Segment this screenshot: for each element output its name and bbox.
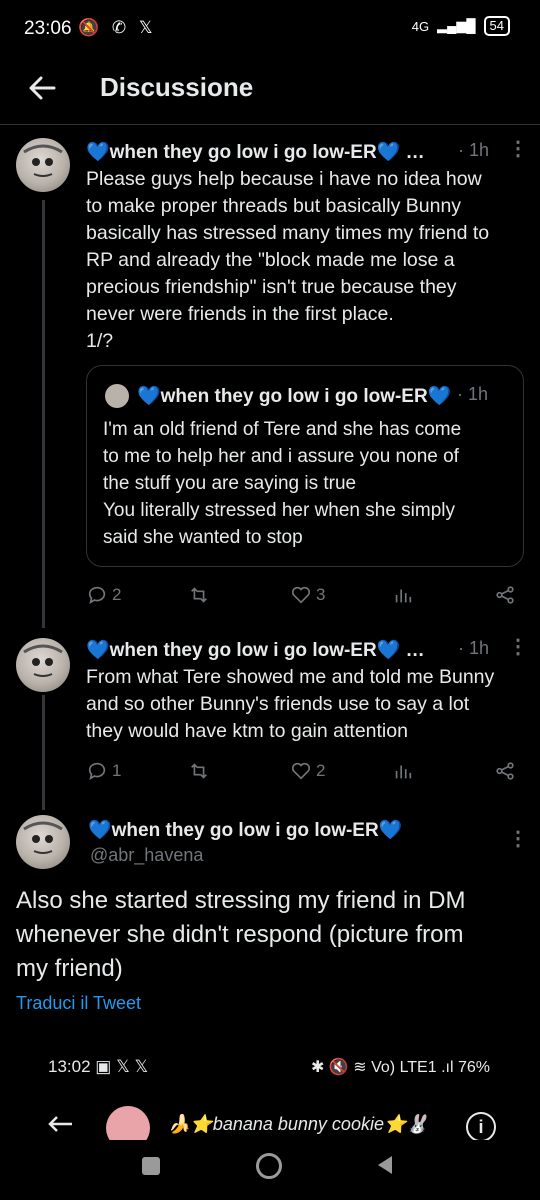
system-nav-bar <box>0 1140 540 1200</box>
retweet-icon <box>191 587 207 603</box>
status-right: 4G ▂▄▆█ 54 <box>412 16 510 36</box>
status-time: 23:06 <box>24 18 72 39</box>
thread-line <box>42 200 45 628</box>
network-label: 4G <box>411 18 430 34</box>
page-title: Discussione <box>100 72 254 102</box>
embedded-status-right: ✱ 🔇 ≋ Vo) LTE1 .ıl 76% <box>311 1057 490 1077</box>
reply-icon <box>88 762 106 781</box>
heart-icon <box>291 586 311 604</box>
main-tweet-author-name[interactable]: 💙when they go low i go low-ER💙 <box>88 818 402 842</box>
embedded-time: 13:02 <box>48 1057 91 1076</box>
quote-author-name: 💙when they go low i go low-ER💙 <box>137 386 452 407</box>
embedded-battery: 76% <box>457 1059 490 1076</box>
embedded-back-arrow-icon <box>48 1116 72 1132</box>
retweet-button[interactable] <box>188 760 228 782</box>
like-count: 3 <box>316 585 326 604</box>
tweet-author-name[interactable]: 💙when they go low i go low-ER💙 … <box>86 638 425 662</box>
avatar[interactable] <box>16 638 70 692</box>
quoted-tweet[interactable]: 💙when they go low i go low-ER💙 · 1h I'm … <box>86 365 524 567</box>
main-tweet-text: Also she started stressing my friend in … <box>16 887 466 982</box>
avatar[interactable] <box>16 138 70 192</box>
quote-avatar <box>105 384 129 408</box>
retweet-button[interactable] <box>188 584 228 606</box>
app-header <box>0 58 540 125</box>
like-button[interactable]: 2 <box>290 760 330 782</box>
quote-text: I'm an old friend of Tere and she has co… <box>103 419 462 548</box>
views-icon <box>395 589 412 603</box>
share-icon <box>496 586 514 604</box>
tweet-time: · 1h <box>458 638 490 658</box>
more-options-icon[interactable]: ⋮ <box>508 826 528 851</box>
retweet-icon <box>191 763 207 779</box>
signal-icon: ▂▄▆█ <box>437 18 476 33</box>
tweet-text: Please guys help because i have no idea … <box>86 168 490 352</box>
reply-icon <box>88 586 106 605</box>
translate-link[interactable]: Traduci il Tweet <box>16 993 141 1014</box>
share-button[interactable] <box>494 584 516 606</box>
tweet-actions: 1 2 <box>86 760 516 782</box>
embedded-status-left: 13:02 ▣ 𝕏 𝕏 <box>48 1057 148 1077</box>
tweet-author-name[interactable]: 💙when they go low i go low-ER💙 … <box>86 140 425 164</box>
embedded-left-icons: ▣ 𝕏 𝕏 <box>95 1057 149 1076</box>
like-count: 2 <box>316 761 326 780</box>
main-tweet-handle[interactable]: @abr_havena <box>90 845 203 866</box>
views-icon <box>395 765 412 779</box>
share-button[interactable] <box>494 760 516 782</box>
back-arrow-icon[interactable] <box>24 70 60 106</box>
more-options-icon[interactable]: ⋮ <box>508 136 528 161</box>
reply-button[interactable]: 1 <box>86 760 126 782</box>
tweet-time: · 1h <box>458 140 490 160</box>
embedded-profile-bar: 🍌⭐banana bunny cookie⭐🐰 i <box>0 1100 540 1140</box>
thread-line <box>42 695 45 810</box>
heart-icon <box>291 762 311 780</box>
status-bar: 23:06 🔕 ✆ 𝕏 4G ▂▄▆█ 54 <box>0 0 540 58</box>
share-icon <box>496 762 514 780</box>
embedded-profile-name: 🍌⭐banana bunny cookie⭐🐰 <box>168 1114 429 1134</box>
views-button[interactable] <box>392 760 432 782</box>
embedded-avatar <box>106 1106 150 1140</box>
like-button[interactable]: 3 <box>290 584 330 606</box>
embedded-right-icons: ✱ 🔇 ≋ Vo) LTE1 .ıl <box>311 1059 454 1076</box>
reply-count: 2 <box>112 585 122 604</box>
tweet-actions: 2 3 <box>86 584 516 606</box>
battery-indicator: 54 <box>483 16 510 36</box>
info-icon: i <box>466 1112 496 1140</box>
notification-icons: 🔕 ✆ 𝕏 <box>78 18 157 37</box>
reply-count: 1 <box>112 761 122 780</box>
avatar[interactable] <box>16 815 70 869</box>
home-icon[interactable] <box>256 1153 282 1179</box>
views-button[interactable] <box>392 584 432 606</box>
more-options-icon[interactable]: ⋮ <box>508 634 528 659</box>
tweet-text: From what Tere showed me and told me Bun… <box>86 666 495 742</box>
back-nav-icon[interactable] <box>374 1154 394 1176</box>
recents-icon[interactable] <box>142 1157 160 1175</box>
quote-time: · 1h <box>457 384 489 404</box>
reply-button[interactable]: 2 <box>86 584 126 606</box>
